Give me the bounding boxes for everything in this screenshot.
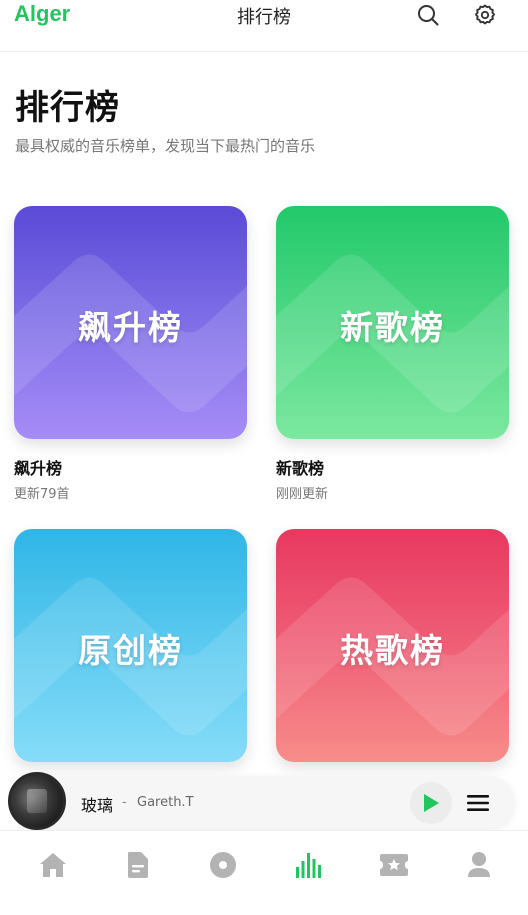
chart-card-new-songs[interactable]: 新歌榜 — [276, 206, 509, 439]
search-icon[interactable] — [412, 0, 444, 30]
chart-icon — [296, 853, 321, 878]
card-title: 飙升榜 — [78, 308, 183, 347]
nav-favorites[interactable] — [376, 849, 412, 881]
album-art — [27, 789, 47, 813]
nav-documents[interactable] — [120, 849, 156, 881]
ticket-star-icon — [380, 854, 408, 876]
card-title: 原创榜 — [78, 631, 183, 670]
card-title: 热歌榜 — [340, 631, 445, 670]
chart-card-hot-songs[interactable]: 热歌榜 — [276, 529, 509, 762]
app-root: Alger 排行榜 排行榜 最具权威的音乐榜单，发现当下最热门的音乐 飙升榜 飙… — [0, 0, 528, 915]
play-button[interactable] — [410, 782, 452, 824]
disc-icon — [210, 852, 236, 878]
card-title: 新歌榜 — [340, 308, 445, 347]
song-separator: - — [122, 795, 127, 810]
chart-meta: 刚刚更新 — [276, 487, 329, 502]
chart-card-soaring[interactable]: 飙升榜 — [14, 206, 247, 439]
top-bar-title: 排行榜 — [237, 7, 291, 28]
bottom-nav — [0, 830, 528, 915]
play-icon — [424, 794, 439, 812]
user-icon — [468, 852, 490, 877]
home-icon — [40, 853, 66, 877]
playlist-button[interactable] — [464, 790, 492, 816]
page-subtitle: 最具权威的音乐榜单，发现当下最热门的音乐 — [15, 137, 316, 155]
gear-icon[interactable] — [469, 0, 501, 30]
song-title: 玻璃 — [81, 796, 114, 815]
chart-card-original[interactable]: 原创榜 — [14, 529, 247, 762]
page-title: 排行榜 — [15, 88, 120, 128]
nav-home[interactable] — [35, 849, 71, 881]
top-bar: Alger 排行榜 — [0, 0, 528, 52]
chart-name[interactable]: 新歌榜 — [276, 455, 324, 479]
menu-list-icon — [467, 795, 489, 811]
chart-meta: 更新79首 — [14, 487, 70, 502]
nav-discover[interactable] — [205, 849, 241, 881]
song-artist: Gareth.T — [137, 795, 194, 810]
album-cover[interactable] — [8, 772, 66, 830]
nav-charts[interactable] — [291, 849, 327, 881]
chart-name[interactable]: 飙升榜 — [14, 455, 62, 479]
document-icon — [128, 852, 148, 878]
nav-profile[interactable] — [461, 849, 497, 881]
